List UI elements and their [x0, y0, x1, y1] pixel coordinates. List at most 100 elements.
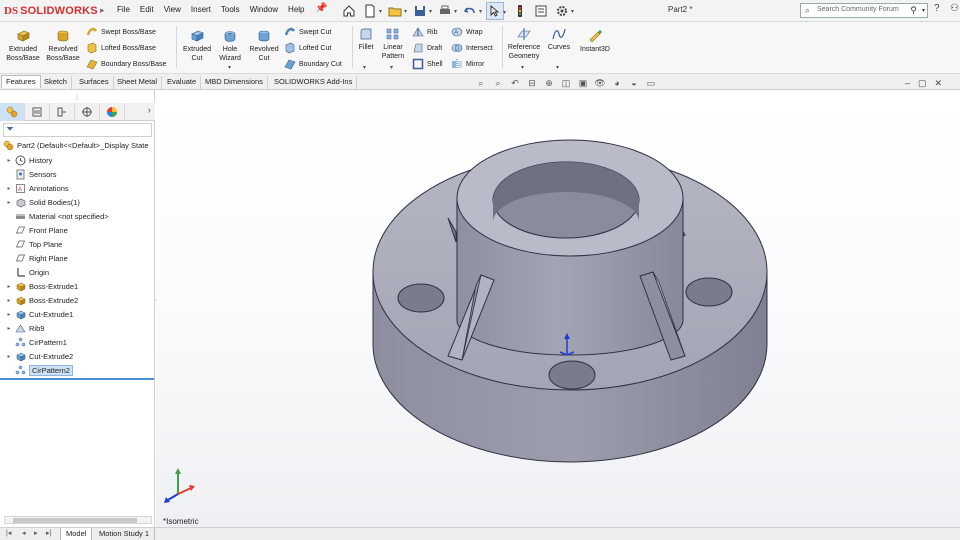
fillet-button[interactable]: Fillet	[355, 27, 377, 52]
bolt-hole-right[interactable]	[685, 277, 733, 307]
save-button[interactable]: ▾	[411, 2, 432, 20]
tree-item-material-not-specified[interactable]: Material <not specified>	[5, 209, 159, 223]
expand-arrow-icon[interactable]: ▸	[5, 199, 13, 206]
pin-menu-icon[interactable]: 📌	[315, 3, 327, 14]
restore-icon[interactable]: ▢	[918, 78, 927, 89]
lofted-cut-button[interactable]: Lofted Cut	[284, 41, 331, 55]
solidworks-logo[interactable]: DS SOLIDWORKS	[4, 3, 98, 19]
boundary-boss-button[interactable]: Boundary Boss/Base	[86, 57, 166, 71]
tree-item-boss-extrude2[interactable]: ▸ Boss-Extrude2	[5, 294, 159, 308]
tab-sheet-metal[interactable]: Sheet Metal	[113, 76, 163, 89]
tab-sketch[interactable]: Sketch	[40, 76, 72, 89]
display-style-icon[interactable]: ▣	[576, 77, 590, 89]
reference-geometry-dropdown-icon[interactable]: ▾	[521, 64, 524, 71]
apply-scene-icon[interactable]: ◒	[627, 77, 641, 89]
chevron-down-icon[interactable]: ▾	[922, 7, 925, 14]
panel-horizontal-scrollbar[interactable]	[4, 516, 152, 524]
edit-appearance-icon[interactable]: ◕	[610, 77, 624, 89]
tab-features[interactable]: Features	[1, 75, 41, 88]
home-button[interactable]	[340, 2, 358, 20]
expand-arrow-icon[interactable]: ▸	[5, 185, 13, 192]
reference-triad[interactable]	[162, 464, 196, 504]
tab-motion-study-1[interactable]: Motion Study 1	[94, 528, 156, 540]
rib-button[interactable]: Rib	[412, 25, 438, 39]
revolved-cut-button[interactable]: Revolved Cut	[246, 29, 282, 63]
menu-window[interactable]: Window	[250, 5, 278, 14]
print-button[interactable]: ▾	[436, 2, 457, 20]
mirror-button[interactable]: Mirror	[451, 57, 484, 71]
tree-filter-input[interactable]: ⏷	[3, 123, 152, 137]
menu-view[interactable]: View	[164, 5, 181, 14]
section-view-icon[interactable]: ⊟	[525, 77, 539, 89]
user-account-icon[interactable]: ⚇	[950, 3, 959, 14]
hole-wizard-button[interactable]: Hole Wizard	[214, 29, 246, 63]
open-button[interactable]: ▾	[386, 2, 407, 20]
tree-item-boss-extrude1[interactable]: ▸ Boss-Extrude1	[5, 279, 159, 293]
search-input[interactable]: Search Community Forum	[817, 6, 899, 13]
rebuild-button[interactable]	[511, 2, 529, 20]
menu-file[interactable]: File	[117, 5, 130, 14]
logo-menu-arrow-icon[interactable]: ▸	[100, 5, 105, 16]
menu-tools[interactable]: Tools	[221, 5, 240, 14]
shell-button[interactable]: Shell	[412, 57, 443, 71]
revolved-boss-button[interactable]: Revolved Boss/Base	[44, 29, 82, 63]
close-icon[interactable]: ✕	[935, 78, 943, 89]
graphics-area[interactable]	[156, 90, 960, 527]
menu-help[interactable]: Help	[288, 5, 304, 14]
curves-button[interactable]: Curves	[545, 27, 573, 52]
lofted-boss-button[interactable]: Lofted Boss/Base	[86, 41, 156, 55]
tab-property-manager[interactable]	[25, 103, 50, 121]
instant3d-button[interactable]: Instant3D	[577, 29, 613, 54]
zoom-to-fit-icon[interactable]: ⌕	[474, 77, 488, 89]
intersect-button[interactable]: Intersect	[451, 41, 493, 55]
reference-geometry-button[interactable]: Reference Geometry	[505, 27, 543, 61]
tab-evaluate[interactable]: Evaluate	[163, 76, 202, 89]
panel-splitter-handle[interactable]: ⋮	[74, 94, 80, 101]
options-button[interactable]: ▾	[553, 2, 574, 20]
tree-item-right-plane[interactable]: Right Plane	[5, 251, 159, 265]
tree-item-top-plane[interactable]: Top Plane	[5, 237, 159, 251]
tree-item-cut-extrude2[interactable]: ▸ Cut-Extrude2	[5, 350, 159, 364]
tab-solidworks-add-ins[interactable]: SOLIDWORKS Add-Ins	[270, 76, 358, 89]
swept-cut-button[interactable]: Swept Cut	[284, 25, 331, 39]
curves-dropdown-icon[interactable]: ▾	[556, 64, 559, 71]
tree-item-history[interactable]: ▸ History	[5, 153, 159, 167]
expand-arrow-icon[interactable]: ▸	[5, 353, 13, 360]
prev-tab-arrow-icon[interactable]: ◂	[22, 529, 26, 537]
file-properties-button[interactable]	[532, 2, 550, 20]
view-settings-icon[interactable]: ▭	[644, 77, 658, 89]
rollback-bar[interactable]	[0, 378, 154, 380]
menu-insert[interactable]: Insert	[191, 5, 211, 14]
bolt-hole-left[interactable]	[397, 283, 445, 313]
flange-model[interactable]	[156, 90, 960, 527]
chevron-right-icon[interactable]: ›	[148, 105, 151, 116]
tree-item-rib9[interactable]: ▸ Rib9	[5, 322, 159, 336]
tab-model[interactable]: Model	[60, 528, 93, 540]
hide-show-items-icon[interactable]: 👁	[593, 77, 607, 89]
expand-arrow-icon[interactable]: ▸	[5, 311, 13, 318]
tab-configuration-manager[interactable]	[50, 103, 75, 121]
draft-button[interactable]: Draft	[412, 41, 442, 55]
help-question-icon[interactable]: ?	[934, 3, 940, 14]
tab-mbd-dimensions[interactable]: MBD Dimensions	[201, 76, 268, 89]
tree-item-sensors[interactable]: Sensors	[5, 167, 159, 181]
tree-item-cut-extrude1[interactable]: ▸ Cut-Extrude1	[5, 308, 159, 322]
select-button[interactable]: ▾	[486, 2, 506, 20]
tree-item-cirpattern1[interactable]: CirPattern1	[5, 336, 159, 350]
view-orientation-icon[interactable]: ◫	[559, 77, 573, 89]
fillet-dropdown-icon[interactable]: ▾	[363, 64, 366, 71]
tab-surfaces[interactable]: Surfaces	[75, 76, 114, 89]
tree-item-cirpattern2[interactable]: CirPattern2	[5, 364, 159, 378]
expand-arrow-icon[interactable]: ▸	[5, 157, 13, 164]
tab-display-manager[interactable]	[100, 103, 125, 121]
hole-wizard-dropdown-icon[interactable]: ▾	[228, 64, 231, 71]
undo-button[interactable]: ▾	[461, 2, 482, 20]
linear-pattern-button[interactable]: Linear Pattern	[378, 27, 408, 61]
swept-boss-button[interactable]: Swept Boss/Base	[86, 25, 156, 39]
dynamic-annotation-icon[interactable]: ⊕	[542, 77, 556, 89]
next-tab-arrow-icon[interactable]: ▸	[34, 529, 38, 537]
scrollbar-thumb[interactable]	[13, 518, 137, 523]
search-go-icon[interactable]: ⚲	[910, 5, 917, 16]
wrap-button[interactable]: A Wrap	[451, 25, 483, 39]
expand-arrow-icon[interactable]: ▸	[5, 297, 13, 304]
